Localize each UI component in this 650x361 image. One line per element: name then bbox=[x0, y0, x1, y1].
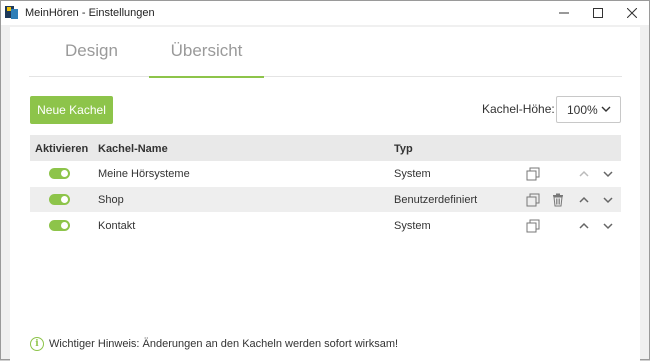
tile-type: Benutzerdefiniert bbox=[394, 194, 478, 206]
table-row: Kontakt System bbox=[30, 213, 621, 239]
tile-name: Kontakt bbox=[98, 220, 136, 232]
copy-icon[interactable] bbox=[526, 167, 540, 181]
tile-name: Shop bbox=[98, 194, 124, 206]
notice: i Wichtiger Hinweis: Änderungen an den K… bbox=[30, 337, 398, 351]
move-up-icon[interactable] bbox=[577, 193, 591, 207]
activate-toggle[interactable] bbox=[49, 220, 70, 231]
maximize-icon bbox=[593, 8, 603, 18]
tile-height-select[interactable]: 100% bbox=[556, 96, 621, 123]
maximize-button[interactable] bbox=[581, 1, 615, 25]
table-row: Meine Hörsysteme System bbox=[30, 161, 621, 187]
activate-toggle[interactable] bbox=[49, 168, 70, 179]
activate-toggle[interactable] bbox=[49, 194, 70, 205]
tiles-table: Aktivieren Kachel-Name Typ Meine Hörsyst… bbox=[30, 135, 621, 239]
close-icon bbox=[627, 8, 637, 18]
header-name: Kachel-Name bbox=[98, 143, 168, 155]
move-up-icon[interactable] bbox=[577, 167, 591, 181]
table-row: Shop Benutzerdefiniert bbox=[30, 187, 621, 213]
move-down-icon[interactable] bbox=[601, 167, 615, 181]
app-logo-icon bbox=[5, 6, 19, 20]
copy-icon[interactable] bbox=[526, 219, 540, 233]
notice-text: Wichtiger Hinweis: Änderungen an den Kac… bbox=[49, 338, 399, 350]
close-button[interactable] bbox=[615, 1, 649, 25]
new-tile-button[interactable]: Neue Kachel bbox=[30, 96, 113, 124]
chevron-down-icon bbox=[601, 106, 611, 112]
minimize-button[interactable] bbox=[547, 1, 581, 25]
tab-design[interactable]: Design bbox=[29, 41, 154, 77]
move-up-icon[interactable] bbox=[577, 219, 591, 233]
info-icon: i bbox=[30, 337, 44, 351]
header-activate: Aktivieren bbox=[35, 143, 89, 155]
tile-height-label: Kachel-Höhe: bbox=[482, 102, 555, 116]
tile-name: Meine Hörsysteme bbox=[98, 168, 190, 180]
tile-type: System bbox=[394, 168, 431, 180]
header-type: Typ bbox=[394, 143, 413, 155]
title-bar: MeinHören - Einstellungen bbox=[1, 1, 649, 25]
tab-overview[interactable]: Übersicht bbox=[149, 41, 264, 78]
copy-icon[interactable] bbox=[526, 193, 540, 207]
tile-type: System bbox=[394, 220, 431, 232]
window-title: MeinHören - Einstellungen bbox=[25, 7, 155, 19]
delete-icon[interactable] bbox=[551, 193, 565, 207]
table-header: Aktivieren Kachel-Name Typ bbox=[30, 135, 621, 161]
move-down-icon[interactable] bbox=[601, 193, 615, 207]
tile-height-value: 100% bbox=[567, 102, 598, 117]
settings-window: MeinHören - Einstellungen Design Übersic… bbox=[0, 0, 650, 361]
settings-content: Design Übersicht Neue Kachel Kachel-Höhe… bbox=[10, 27, 640, 361]
minimize-icon bbox=[559, 12, 569, 14]
move-down-icon[interactable] bbox=[601, 219, 615, 233]
tab-bar: Design Übersicht bbox=[29, 27, 622, 78]
